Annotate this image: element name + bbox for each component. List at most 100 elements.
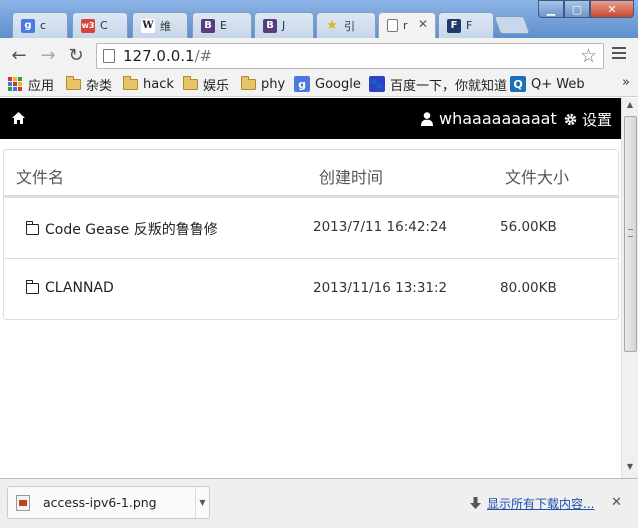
vertical-scrollbar[interactable]: ▲ ▼	[621, 98, 638, 478]
close-tab-icon[interactable]: ✕	[418, 17, 428, 31]
baidu-paw-icon: 🐾	[369, 76, 385, 92]
url-text[interactable]: 127.0.0.1/#	[123, 47, 212, 65]
download-file-name[interactable]: access-ipv6-1.png	[43, 495, 157, 510]
file-size-cell: 80.00KB	[500, 280, 557, 296]
folder-icon	[241, 75, 256, 90]
table-row[interactable]: Code Gease 反叛的鲁鲁修 2013/7/11 16:42:24 56.…	[4, 197, 618, 258]
scroll-up-arrow-icon[interactable]: ▲	[624, 100, 636, 112]
tab-title: C	[100, 19, 108, 32]
url-host: 127.0.0.1	[123, 47, 195, 65]
folder-icon	[123, 75, 138, 90]
close-shelf-icon[interactable]: ✕	[611, 495, 622, 510]
tab-title: r	[403, 19, 408, 32]
bookmarks-bar: 应用 杂类 hack 娱乐 phy g Google 🐾 百度一下，你就知道 Q…	[0, 72, 638, 97]
column-header-size[interactable]: 文件大小	[505, 164, 569, 188]
apps-grid-icon	[8, 77, 22, 91]
tab-title: J	[282, 19, 286, 32]
bookmark-label: 杂类	[86, 78, 113, 94]
bookmark-label: hack	[143, 76, 174, 92]
minimize-button[interactable]: ▁	[538, 0, 564, 18]
bookmark-star-icon[interactable]: ☆	[580, 45, 597, 67]
browser-tab-active[interactable]: r ✕	[378, 12, 436, 38]
chevron-down-icon[interactable]: ▼	[195, 487, 209, 518]
new-tab-button[interactable]	[493, 16, 531, 34]
table-row[interactable]: CLANNAD 2013/11/16 13:31:2 80.00KB	[4, 258, 618, 319]
bookmark-label: phy	[261, 76, 286, 92]
download-item[interactable]: access-ipv6-1.png ▼	[7, 486, 210, 519]
file-name-cell[interactable]: Code Gease 反叛的鲁鲁修	[25, 219, 218, 239]
url-path: /#	[194, 47, 213, 65]
page-favicon-icon	[387, 19, 398, 32]
browser-tab[interactable]: ★ 引	[316, 12, 376, 38]
created-time-cell: 2013/7/11 16:42:24	[313, 219, 448, 235]
bookmark-label: Google	[315, 76, 361, 92]
browser-tab[interactable]: W 维	[132, 12, 188, 38]
scrollbar-thumb[interactable]	[624, 116, 637, 352]
bookmark-label: 百度一下，你就知道	[390, 78, 508, 94]
back-arrow-icon[interactable]: ←	[8, 44, 30, 66]
folder-icon	[25, 220, 39, 235]
bookmark-qplus[interactable]: Q Q+ Web	[510, 75, 585, 93]
bookmark-google[interactable]: g Google	[294, 75, 361, 93]
reload-icon[interactable]: ↻	[65, 44, 87, 66]
user-menu[interactable]: whaaaaaaaaat	[421, 109, 557, 128]
site-navbar: whaaaaaaaaat 设置	[0, 98, 621, 139]
username: whaaaaaaaaat	[439, 109, 557, 128]
forward-arrow-icon[interactable]: →	[37, 44, 59, 66]
tab-title: F	[466, 19, 473, 32]
flag-favicon-icon: F	[447, 18, 461, 33]
qplus-icon: Q	[510, 76, 526, 92]
settings-link[interactable]: 设置	[564, 109, 612, 130]
bookmark-folder[interactable]: hack	[123, 75, 174, 93]
address-bar[interactable]: 127.0.0.1/# ☆	[96, 43, 604, 69]
user-icon	[421, 111, 433, 126]
file-name-cell[interactable]: CLANNAD	[25, 279, 114, 296]
bookmark-baidu[interactable]: 🐾 百度一下，你就知道	[369, 75, 508, 94]
browser-tab[interactable]: F F	[438, 12, 494, 38]
tab-title: 维	[160, 19, 171, 33]
browser-tab[interactable]: g c	[12, 12, 68, 38]
bookmark-apps[interactable]: 应用	[8, 75, 54, 94]
browser-tab[interactable]: B E	[192, 12, 252, 38]
file-name-link[interactable]: CLANNAD	[45, 280, 114, 296]
google-icon: g	[294, 76, 310, 92]
bookmark-label: 娱乐	[203, 78, 230, 94]
tab-strip: g c w3 C W 维 B E B J ★ 引 r ✕ F F ▁ ▢ ✕	[0, 0, 638, 38]
bookmark-label: Q+ Web	[531, 76, 585, 92]
wikipedia-favicon-icon: W	[141, 18, 155, 33]
bookmark-folder[interactable]: 杂类	[66, 75, 113, 94]
bookmark-folder[interactable]: phy	[241, 75, 285, 93]
bootstrap-favicon-icon: B	[201, 18, 215, 33]
scroll-down-arrow-icon[interactable]: ▼	[624, 462, 636, 474]
column-header-name[interactable]: 文件名	[16, 164, 64, 188]
tab-title: c	[40, 19, 47, 32]
page-viewport: whaaaaaaaaat 设置 文件名 创建时间 文件大小 Code Gease…	[0, 98, 621, 478]
file-size-cell: 56.00KB	[500, 219, 557, 235]
w3schools-favicon-icon: w3	[81, 18, 95, 33]
tab-title: E	[220, 19, 227, 32]
image-file-icon	[16, 494, 30, 511]
created-time-cell: 2013/11/16 13:31:2	[313, 280, 448, 296]
bookmark-folder[interactable]: 娱乐	[183, 75, 230, 94]
browser-toolbar: ← → ↻ 127.0.0.1/# ☆	[0, 38, 638, 72]
tab-title: 引	[344, 19, 355, 33]
home-icon[interactable]	[12, 112, 25, 124]
folder-icon	[25, 279, 39, 294]
page-icon	[103, 49, 115, 63]
file-name-link[interactable]: Code Gease 反叛的鲁鲁修	[45, 219, 218, 239]
browser-tab[interactable]: B J	[254, 12, 314, 38]
window-close-button[interactable]: ✕	[590, 0, 634, 18]
bookmarks-overflow-button[interactable]: »	[622, 75, 630, 90]
settings-label: 设置	[582, 111, 613, 129]
star-favicon-icon: ★	[326, 18, 338, 33]
maximize-button[interactable]: ▢	[564, 0, 590, 18]
gear-icon	[564, 113, 577, 126]
folder-icon	[183, 75, 198, 90]
show-all-label: 显示所有下载内容...	[487, 497, 595, 511]
browser-tab[interactable]: w3 C	[72, 12, 128, 38]
show-all-downloads-link[interactable]: 显示所有下载内容...	[470, 495, 594, 512]
column-header-created[interactable]: 创建时间	[319, 164, 383, 188]
download-arrow-icon	[470, 497, 481, 509]
bootstrap-favicon-icon: B	[263, 18, 277, 33]
menu-hamburger-icon[interactable]	[612, 47, 626, 62]
